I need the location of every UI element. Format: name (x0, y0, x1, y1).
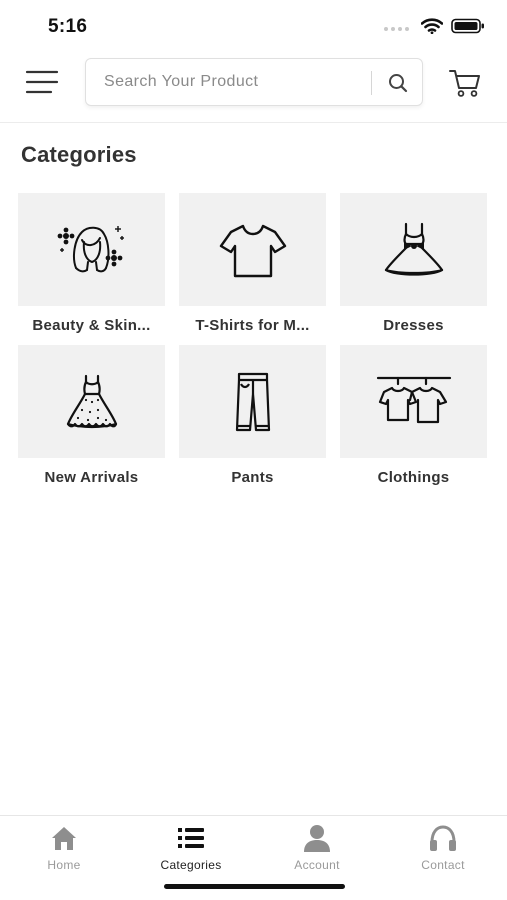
status-time: 5:16 (48, 16, 88, 37)
category-tile-pants[interactable]: Pants (179, 345, 326, 486)
cart-icon (449, 70, 480, 97)
menu-button[interactable] (25, 68, 59, 96)
nav-categories[interactable]: Categories (141, 822, 241, 872)
category-label: Clothings (377, 469, 450, 486)
category-label: New Arrivals (44, 469, 139, 486)
nav-home[interactable]: Home (14, 822, 114, 872)
header-divider (0, 122, 507, 123)
nav-label: Account (294, 858, 340, 872)
nav-label: Contact (421, 858, 465, 872)
category-label: Dresses (383, 317, 444, 334)
home-indicator (164, 884, 345, 889)
category-tile-beauty[interactable]: Beauty & Skin... (18, 193, 165, 334)
nav-account[interactable]: Account (267, 822, 367, 872)
category-label: T-Shirts for M... (195, 317, 310, 334)
category-image (18, 345, 165, 458)
woman-face-icon (57, 225, 124, 272)
cellular-signal-icon (384, 26, 409, 31)
search-divider (371, 71, 372, 95)
status-icons (384, 18, 485, 39)
category-tile-tshirts[interactable]: T-Shirts for M... (179, 193, 326, 334)
status-bar: 5:16 (0, 0, 507, 50)
header (0, 56, 507, 110)
headphones-icon (430, 825, 456, 851)
dress-icon (66, 374, 117, 428)
category-tile-dresses[interactable]: Dresses (340, 193, 487, 334)
category-label: Beauty & Skin... (32, 317, 151, 334)
category-tile-clothings[interactable]: Clothings (340, 345, 487, 486)
category-image (179, 345, 326, 458)
pants-icon (235, 372, 270, 431)
dress-bow-icon (384, 222, 443, 276)
category-image (340, 345, 487, 458)
category-label: Pants (231, 469, 274, 486)
category-image (179, 193, 326, 306)
page-title: Categories (21, 142, 137, 167)
tshirt-icon (219, 224, 286, 277)
nav-label: Home (47, 858, 81, 872)
list-icon (178, 828, 204, 848)
clothes-rack-icon (376, 376, 451, 423)
user-icon (304, 825, 330, 852)
category-tile-new-arrivals[interactable]: New Arrivals (18, 345, 165, 486)
nav-label: Categories (160, 858, 222, 872)
search-icon (389, 74, 408, 93)
battery-icon (451, 18, 485, 39)
home-icon (52, 827, 76, 850)
search-box (85, 58, 423, 106)
category-image (18, 193, 165, 306)
hamburger-icon (25, 70, 59, 94)
search-input[interactable] (104, 59, 364, 105)
category-image (340, 193, 487, 306)
search-button[interactable] (386, 71, 410, 95)
cart-button[interactable] (448, 68, 482, 98)
nav-contact[interactable]: Contact (393, 822, 493, 872)
wifi-icon (420, 18, 444, 39)
